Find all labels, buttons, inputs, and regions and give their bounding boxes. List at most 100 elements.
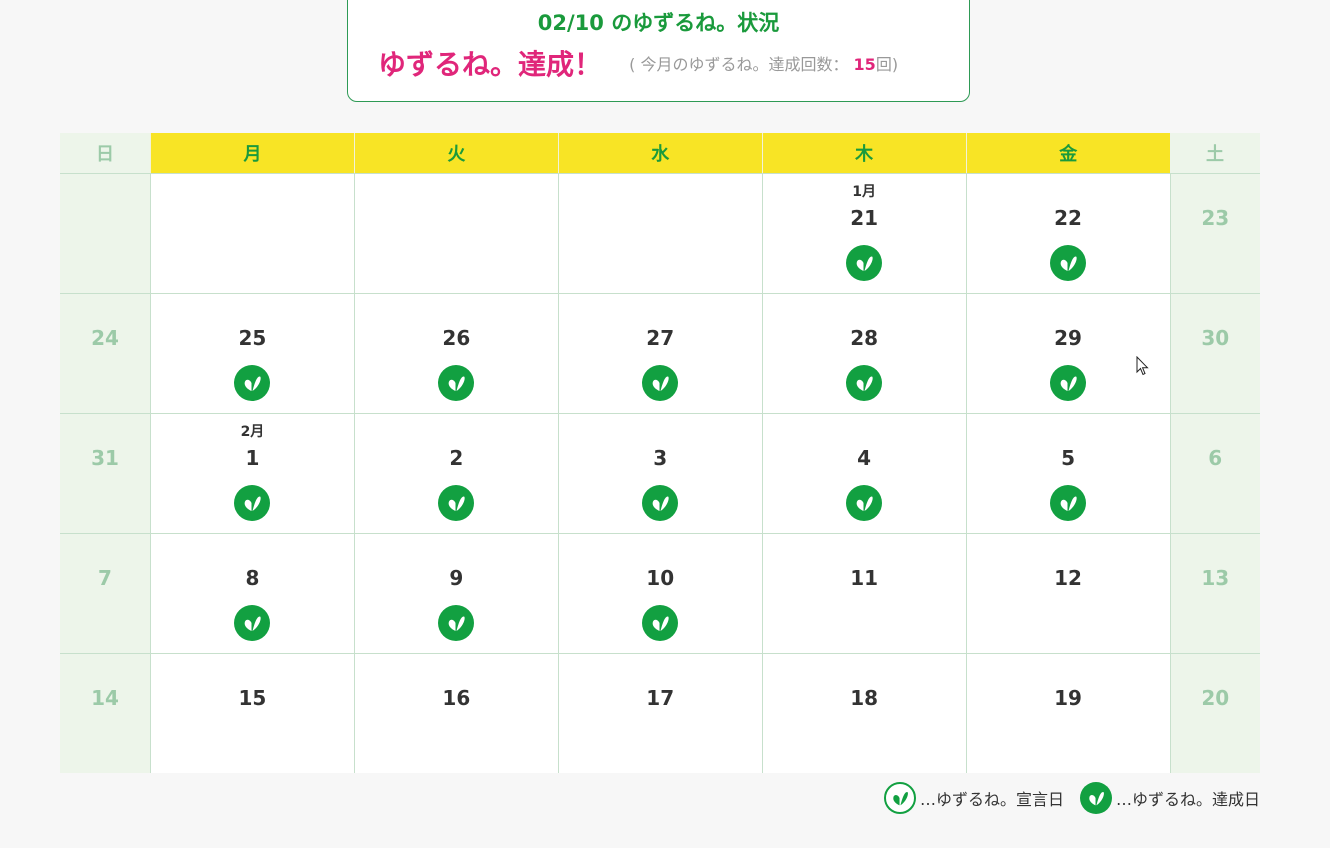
calendar-day-cell[interactable]: 23 — [1169, 173, 1260, 294]
calendar-day-cell[interactable]: 7 — [60, 533, 151, 654]
day-number: 23 — [1201, 206, 1230, 230]
legend-declared: …ゆずるね。宣言日 — [883, 782, 1064, 814]
day-number: 19 — [1054, 686, 1082, 710]
weekday-header-tue: 火 — [353, 133, 559, 174]
day-number: 25 — [238, 326, 267, 350]
calendar-day-cell[interactable]: 10 — [557, 533, 763, 654]
calendar-day-cell[interactable]: 31 — [60, 413, 151, 534]
legend-achieved-label: …ゆずるね。達成日 — [1115, 790, 1260, 809]
achieved-label: ゆずるね。達成！ — [378, 48, 603, 81]
status-line: ゆずるね。達成！ ( 今月のゆずるね。達成回数： 15回) — [378, 43, 898, 83]
calendar-day-cell[interactable]: 14 — [60, 653, 151, 773]
calendar-day-cell[interactable]: 18 — [761, 653, 967, 773]
status-panel: 02/10 のゆずるね。状況 ゆずるね。達成！ ( 今月のゆずるね。達成回数： … — [347, 0, 970, 102]
count-value: 15 — [853, 55, 876, 74]
achieved-leaf-icon — [1050, 245, 1087, 281]
calendar-week-row: 14 15 16 17 18 19 20 — [60, 653, 1260, 773]
achieved-leaf-icon — [846, 245, 883, 281]
calendar-day-cell[interactable]: 2月 1 — [150, 413, 355, 534]
achieved-leaf-icon — [1079, 782, 1112, 814]
declared-leaf-icon — [883, 782, 916, 814]
calendar-day-cell[interactable]: 27 — [557, 293, 763, 414]
calendar-day-cell[interactable]: 28 — [761, 293, 967, 414]
achieved-leaf-icon — [846, 485, 883, 521]
day-number: 14 — [91, 686, 119, 710]
calendar-day-cell[interactable]: 3 — [557, 413, 763, 534]
calendar-day-cell[interactable]: 17 — [557, 653, 763, 773]
day-number: 30 — [1201, 326, 1230, 350]
calendar-day-cell[interactable]: 30 — [1169, 293, 1260, 414]
day-number: 20 — [1201, 686, 1230, 710]
calendar-body: 1月 21 22 23 24 25 26 27 28 29 30 31 2月 1 2 3 4 5 6 7 8 9 10 11 1… — [60, 173, 1260, 773]
calendar-day-cell[interactable]: 1月 21 — [761, 173, 967, 294]
achieved-leaf-icon — [642, 485, 679, 521]
achieved-leaf-icon — [234, 605, 271, 641]
calendar-day-cell[interactable]: 4 — [761, 413, 967, 534]
day-number: 24 — [91, 326, 119, 350]
weekday-header-sun: 日 — [60, 133, 151, 174]
calendar-day-cell[interactable]: 12 — [965, 533, 1171, 654]
calendar-day-cell[interactable]: 20 — [1169, 653, 1260, 773]
day-number: 9 — [449, 566, 464, 590]
weekday-header-wed: 水 — [557, 133, 763, 174]
month-label: 2月 — [240, 424, 265, 440]
day-number: 28 — [850, 326, 879, 350]
day-number: 17 — [646, 686, 675, 710]
calendar-day-cell — [150, 173, 355, 294]
legend-achieved: …ゆずるね。達成日 — [1079, 782, 1260, 814]
day-number: 16 — [442, 686, 471, 710]
day-number: 31 — [91, 446, 119, 470]
calendar-day-cell[interactable]: 5 — [965, 413, 1171, 534]
achieved-leaf-icon — [234, 365, 271, 401]
calendar-day-cell[interactable]: 9 — [353, 533, 559, 654]
calendar-day-cell[interactable]: 29 — [965, 293, 1171, 414]
calendar-day-cell[interactable]: 11 — [761, 533, 967, 654]
calendar-day-cell[interactable]: 25 — [150, 293, 355, 414]
status-title: 02/10 のゆずるね。状況 — [537, 11, 780, 35]
monthly-count: ( 今月のゆずるね。達成回数： 15回) — [629, 55, 898, 74]
achieved-leaf-icon — [642, 605, 679, 641]
calendar-week-row: 7 8 9 10 11 12 13 — [60, 533, 1260, 654]
achieved-leaf-icon — [1050, 365, 1087, 401]
mouse-cursor-icon — [1136, 356, 1149, 376]
calendar-header: 日 月 火 水 木 金 土 — [60, 133, 1260, 174]
calendar-week-row: 31 2月 1 2 3 4 5 6 — [60, 413, 1260, 534]
day-number: 7 — [98, 566, 112, 590]
day-number: 12 — [1054, 566, 1082, 590]
day-number: 11 — [850, 566, 879, 590]
calendar-day-cell[interactable]: 6 — [1169, 413, 1260, 534]
legend-declared-label: …ゆずるね。宣言日 — [919, 790, 1064, 809]
calendar-day-cell[interactable]: 19 — [965, 653, 1171, 773]
day-number: 27 — [646, 326, 675, 350]
calendar-day-cell — [353, 173, 559, 294]
day-number: 18 — [850, 686, 879, 710]
weekday-header-fri: 金 — [965, 133, 1170, 174]
achieved-leaf-icon — [438, 365, 475, 401]
achieved-leaf-icon — [846, 365, 883, 401]
day-number: 3 — [653, 446, 668, 470]
calendar-day-cell — [60, 173, 151, 294]
calendar-day-cell[interactable]: 13 — [1169, 533, 1260, 654]
achieved-leaf-icon — [438, 485, 475, 521]
day-number: 15 — [238, 686, 267, 710]
achieved-leaf-icon — [642, 365, 679, 401]
calendar-day-cell[interactable]: 26 — [353, 293, 559, 414]
legend: …ゆずるね。宣言日 …ゆずるね。達成日 — [868, 782, 1260, 814]
weekday-header-thu: 木 — [761, 133, 967, 174]
day-number: 1 — [245, 446, 260, 470]
day-number: 4 — [857, 446, 872, 470]
calendar-day-cell[interactable]: 15 — [150, 653, 355, 773]
calendar-day-cell[interactable]: 24 — [60, 293, 151, 414]
day-number: 21 — [850, 206, 879, 230]
calendar-day-cell[interactable]: 8 — [150, 533, 355, 654]
achieved-leaf-icon — [438, 605, 475, 641]
calendar-day-cell[interactable]: 22 — [965, 173, 1171, 294]
day-number: 5 — [1061, 446, 1075, 470]
day-number: 13 — [1201, 566, 1230, 590]
count-suffix: 回) — [875, 55, 899, 74]
calendar-day-cell[interactable]: 2 — [353, 413, 559, 534]
calendar: 日 月 火 水 木 金 土 1月 21 22 23 24 25 26 27 28 29 30 31 2月… — [60, 133, 1260, 773]
calendar-day-cell[interactable]: 16 — [353, 653, 559, 773]
day-number: 29 — [1054, 326, 1082, 350]
achieved-leaf-icon — [1050, 485, 1087, 521]
